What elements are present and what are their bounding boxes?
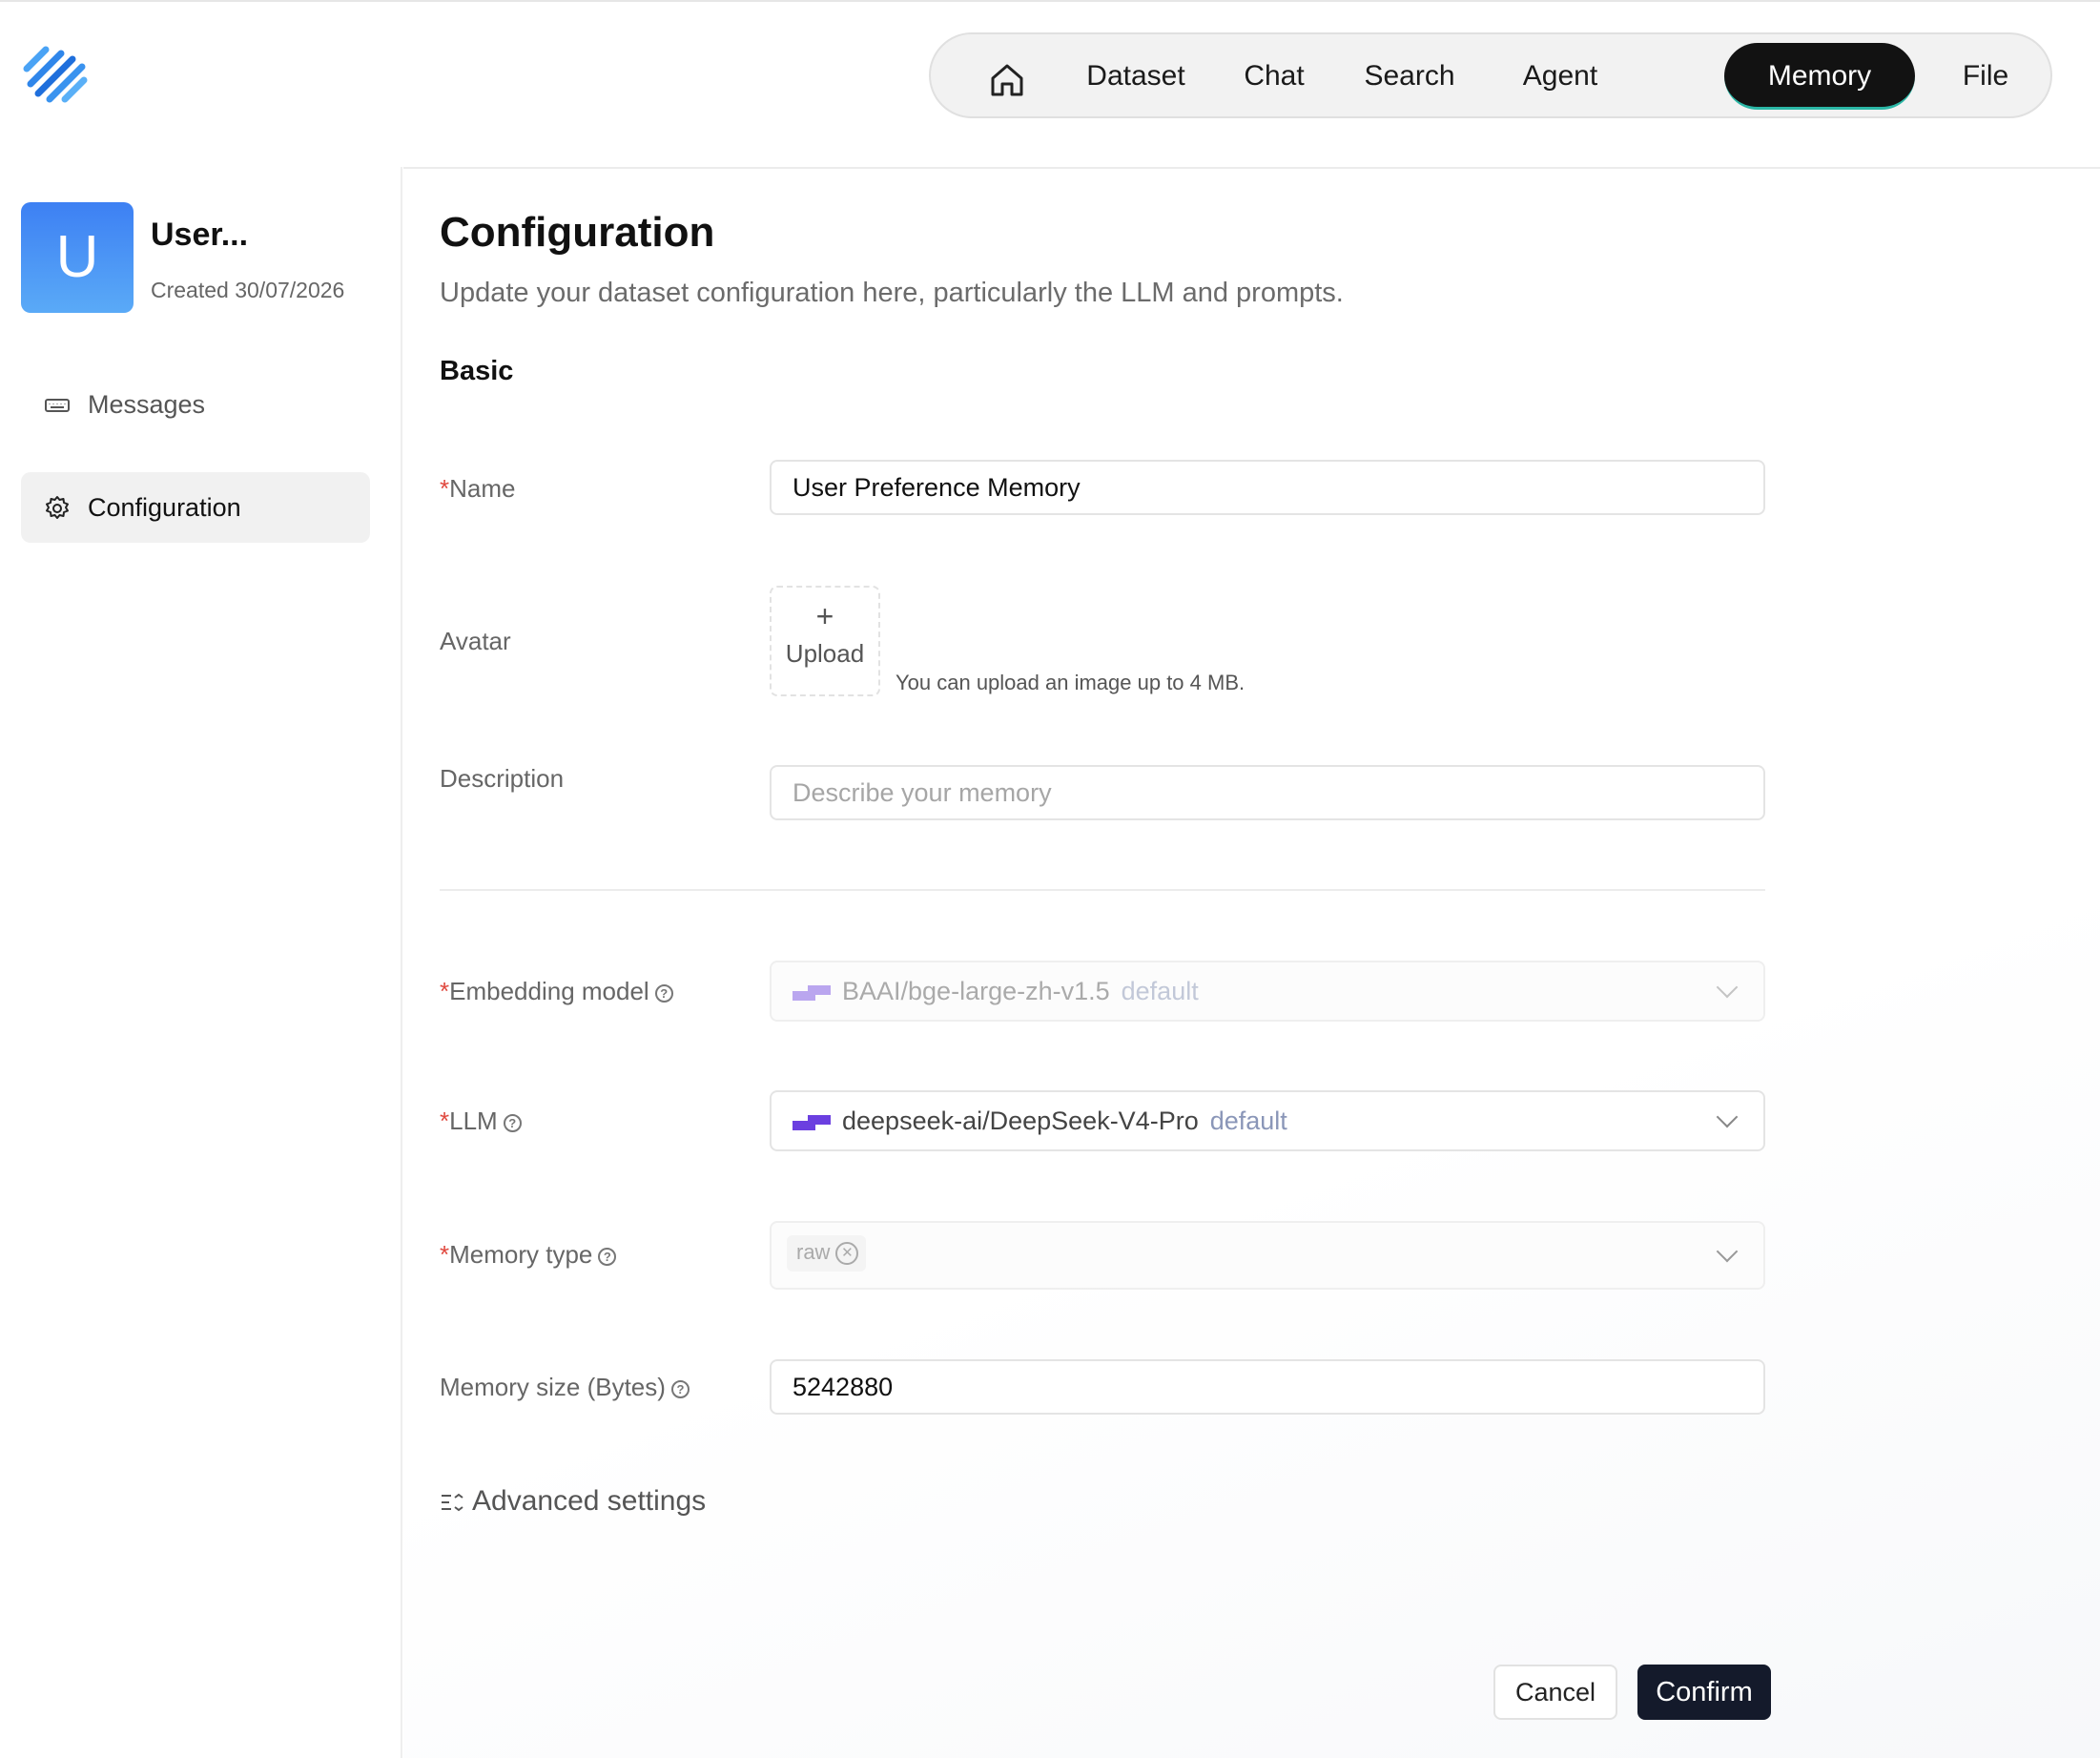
embedding-model-select[interactable]: BAAI/bge-large-zh-v1.5 default [770, 961, 1765, 1022]
help-icon[interactable]: ? [670, 1379, 690, 1398]
nav-file[interactable]: File [1938, 43, 2033, 110]
help-icon[interactable]: ? [598, 1247, 617, 1266]
page-subtitle: Update your dataset configuration here, … [440, 278, 1344, 308]
close-icon[interactable]: ✕ [835, 1242, 859, 1266]
description-input[interactable]: Describe your memory [770, 765, 1765, 820]
description-label: Description [440, 764, 565, 793]
model-provider-icon [793, 984, 831, 1001]
gear-icon [46, 496, 69, 519]
default-tag: default [1209, 1107, 1287, 1135]
llm-label: *LLM? [440, 1107, 522, 1136]
embedding-model-label: *Embedding model? [440, 977, 673, 1006]
main-panel: Configuration Update your dataset config… [403, 167, 2100, 1758]
page-title: Configuration [440, 209, 715, 256]
upload-label: Upload [785, 639, 865, 668]
memory-size-label: Memory size (Bytes)? [440, 1373, 690, 1402]
plus-icon: + [815, 599, 834, 633]
description-placeholder: Describe your memory [793, 778, 1052, 807]
section-basic-heading: Basic [440, 356, 514, 386]
sidebar-item-label: Messages [88, 390, 206, 419]
sidebar-item-configuration[interactable]: Configuration [21, 472, 370, 543]
memory-avatar: U [21, 202, 134, 313]
sidebar-item-label: Configuration [88, 493, 241, 522]
embedding-model-value: BAAI/bge-large-zh-v1.5 [842, 977, 1110, 1005]
advanced-settings-toggle[interactable]: Advanced settings [440, 1485, 706, 1518]
help-icon[interactable]: ? [503, 1113, 522, 1132]
app-logo[interactable] [21, 40, 92, 111]
help-icon[interactable]: ? [654, 983, 673, 1003]
top-border [0, 0, 2100, 6]
nav-search[interactable]: Search [1343, 43, 1476, 110]
created-date: Created 30/07/2026 [151, 278, 345, 302]
settings-list-icon [442, 1493, 463, 1512]
memory-size-value: 5242880 [793, 1373, 894, 1401]
memory-type-chip: raw ✕ [787, 1235, 867, 1272]
avatar-label: Avatar [440, 627, 511, 655]
confirm-button[interactable]: Confirm [1637, 1665, 1771, 1720]
memory-size-input[interactable]: 5242880 [770, 1359, 1765, 1415]
name-label: *Name [440, 474, 516, 503]
nav-memory[interactable]: Memory [1724, 43, 1915, 110]
cancel-button[interactable]: Cancel [1493, 1665, 1617, 1720]
keyboard-icon [45, 399, 70, 412]
llm-value: deepseek-ai/DeepSeek-V4-Pro [842, 1107, 1199, 1135]
default-tag: default [1121, 977, 1199, 1005]
name-value: User Preference Memory [793, 473, 1081, 502]
name-input[interactable]: User Preference Memory [770, 460, 1765, 515]
sidebar: U User... Created 30/07/2026 Messages Co… [0, 167, 402, 1758]
home-icon [991, 64, 1023, 96]
memory-type-label: *Memory type? [440, 1240, 617, 1270]
nav-agent[interactable]: Agent [1503, 43, 1617, 110]
model-provider-icon [793, 1114, 831, 1130]
chevron-down-icon [1716, 1106, 1739, 1128]
chevron-down-icon [1716, 1240, 1739, 1263]
memory-type-select[interactable]: raw ✕ [770, 1221, 1765, 1290]
section-divider [440, 889, 1765, 891]
nav-dataset[interactable]: Dataset [1074, 43, 1198, 110]
nav-chat[interactable]: Chat [1217, 43, 1331, 110]
sidebar-item-messages[interactable]: Messages [21, 369, 370, 440]
llm-select[interactable]: deepseek-ai/DeepSeek-V4-Pro default [770, 1090, 1765, 1151]
advanced-settings-label: Advanced settings [472, 1485, 707, 1517]
top-nav: Dataset Chat Search Agent Memory File [929, 32, 2052, 118]
avatar-upload-button[interactable]: + Upload [770, 586, 880, 696]
chevron-down-icon [1716, 976, 1739, 999]
nav-home[interactable] [969, 43, 1045, 110]
upload-hint: You can upload an image up to 4 MB. [896, 671, 1246, 694]
memory-title: User... [151, 217, 249, 253]
